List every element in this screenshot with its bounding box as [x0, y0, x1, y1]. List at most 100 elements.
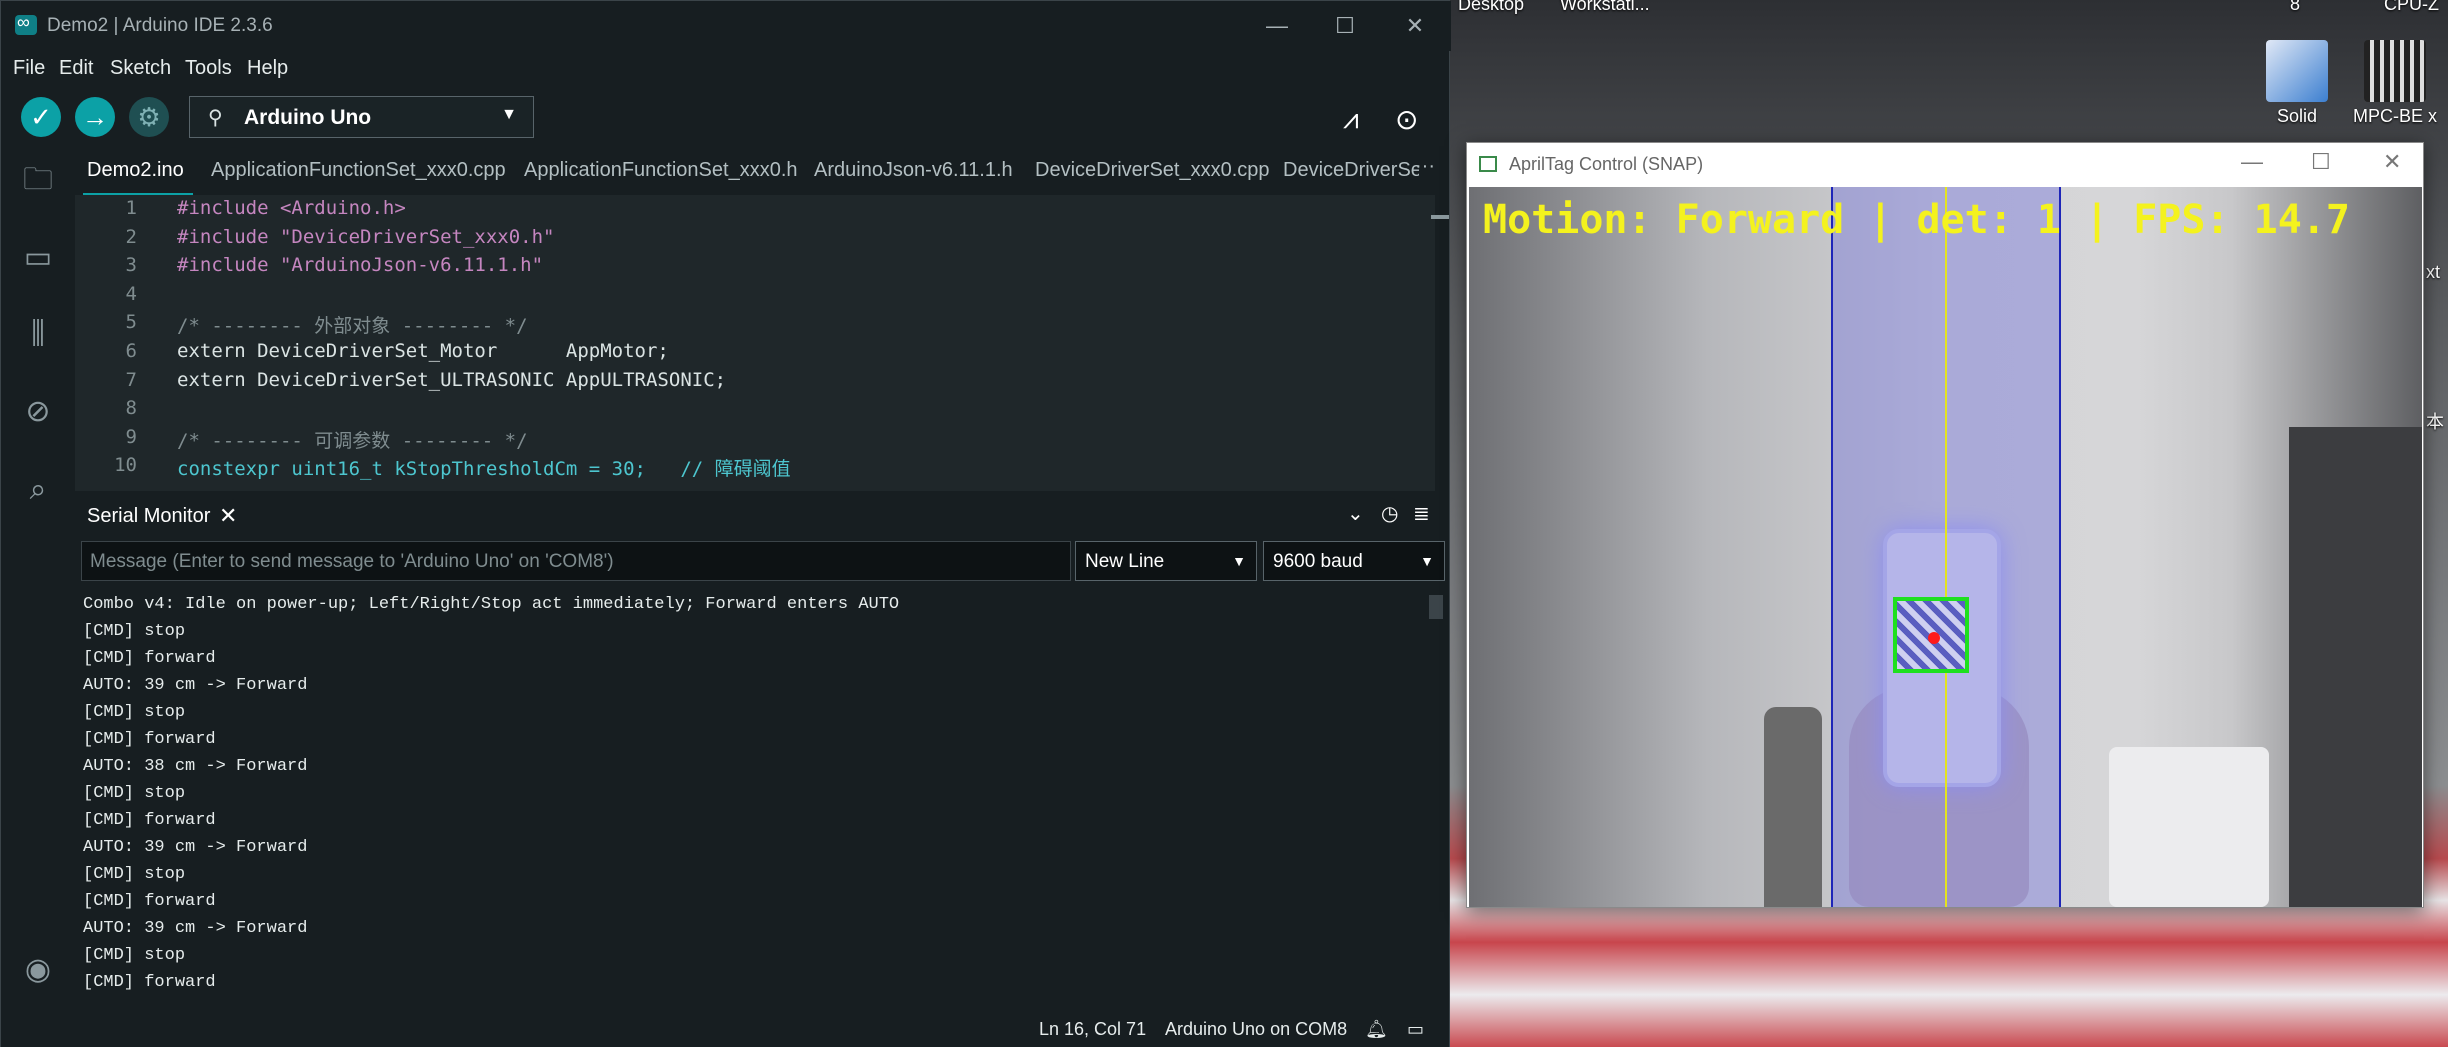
upload-button[interactable]: → — [75, 97, 115, 137]
line-number: 9 — [125, 425, 137, 448]
bell-icon[interactable]: 🔔︎ — [1365, 1019, 1388, 1040]
board-selector[interactable]: ⚲ Arduino Uno ▼ — [189, 96, 534, 138]
output-line: AUTO: 39 cm -> Forward — [83, 838, 308, 857]
folder-icon[interactable]: 🗀 — [19, 161, 57, 199]
tab-devicedriver-h[interactable]: DeviceDriverSe — [1283, 159, 1419, 182]
desktop-icon-solid[interactable]: Solid — [2252, 40, 2342, 127]
desktop-icon-mpcbe-label: MPC-BE x — [2352, 106, 2437, 126]
laptop-in-scene — [2289, 427, 2422, 907]
more-tabs-icon[interactable]: ··· — [1415, 155, 1435, 178]
serial-output[interactable]: Combo v4: Idle on power-up; Left/Right/S… — [75, 587, 1445, 997]
tab-arduinojson-h[interactable]: ArduinoJson-v6.11.1.h — [814, 159, 1013, 182]
baud-rate-select[interactable]: 9600 baud ▼ — [1263, 541, 1445, 581]
debug-sidebar-icon[interactable]: ⊘ — [19, 393, 57, 431]
code-line: 2 #include "DeviceDriverSet_xxx0.h" — [75, 226, 1415, 255]
line-number: 2 — [125, 225, 137, 248]
usb-icon: ⚲ — [208, 107, 223, 129]
maximize-button[interactable]: ☐ — [2311, 149, 2331, 175]
code-editor[interactable]: 1 #include <Arduino.h> 2 #include "DeviceD… — [75, 195, 1435, 491]
desktop-edge-text-1: xt — [2426, 262, 2441, 282]
code-text: constexpr uint16_t kStopThresholdCm = 30… — [177, 458, 791, 481]
output-line: Combo v4: Idle on power-up; Left/Right/S… — [83, 595, 900, 614]
verify-button[interactable]: ✓ — [21, 97, 61, 137]
serial-message-input[interactable]: Message (Enter to send message to 'Ardui… — [81, 541, 1071, 581]
code-text: #include "ArduinoJson-v6.11.1.h" — [177, 254, 544, 277]
code-text: /* -------- 可调参数 -------- */ — [177, 429, 528, 452]
desktop-label-cpuz[interactable]: CPU-Z — [2384, 0, 2439, 15]
pulse-icon: ⩘ — [1343, 103, 1359, 134]
chevrons-down-icon[interactable]: ⌄ — [1347, 501, 1364, 526]
message-placeholder: Message (Enter to send message to 'Ardui… — [90, 551, 614, 572]
tag-center-dot — [1928, 632, 1940, 644]
board-name: Arduino Uno — [244, 106, 372, 129]
debug-button[interactable]: ⚙ — [129, 97, 169, 137]
line-number: 5 — [125, 311, 137, 334]
desktop-label-8[interactable]: 8 — [2290, 0, 2300, 15]
output-line: [CMD] forward — [83, 649, 216, 668]
output-scrollbar[interactable] — [1429, 595, 1443, 619]
code-text: extern DeviceDriverSet_Motor AppMotor; — [177, 340, 669, 362]
serial-monitor-button[interactable]: ⊙ — [1395, 103, 1418, 136]
tab-demo2-ino[interactable]: Demo2.ino — [87, 159, 184, 182]
editor-scrollbar[interactable] — [1431, 215, 1449, 219]
output-line: [CMD] stop — [83, 784, 186, 803]
tab-devicedriver-cpp[interactable]: DeviceDriverSet_xxx0.cpp — [1035, 159, 1270, 182]
minimize-button[interactable]: — — [1247, 9, 1307, 43]
menu-file[interactable]: File — [13, 57, 45, 80]
serial-monitor-header: Serial Monitor ✕ ⌄ ◷ ≣ — [75, 497, 1449, 537]
apriltag-titlebar[interactable]: AprilTag Control (SNAP) — ☐ ✕ — [1467, 143, 2423, 187]
status-bar: Ln 16, Col 71 Arduino Uno on COM8 🔔︎ ▭ — [75, 1011, 1449, 1047]
clear-output-icon[interactable]: ≣ — [1413, 501, 1430, 526]
tab-appfunc-cpp[interactable]: ApplicationFunctionSet_xxx0.cpp — [211, 159, 506, 182]
code-line: 5 /* -------- 外部对象 -------- */ — [75, 311, 1415, 340]
search-icon[interactable]: ⌕ — [19, 471, 57, 509]
output-line: [CMD] stop — [83, 703, 186, 722]
chevron-down-icon: ▼ — [1232, 553, 1246, 569]
code-text: /* -------- 外部对象 -------- */ — [177, 315, 528, 338]
panel-toggle-icon[interactable]: ▭ — [1407, 1019, 1424, 1040]
library-icon[interactable]: ⫼ — [19, 315, 57, 353]
activity-sidebar: 🗀 ▭ ⫼ ⊘ ⌕ ◉ — [1, 147, 75, 1047]
board-manager-icon[interactable]: ▭ — [19, 239, 57, 277]
desktop-label-workstation[interactable]: Workstati... — [1560, 0, 1650, 15]
check-icon: ✓ — [30, 102, 52, 132]
close-button[interactable]: ✕ — [1385, 9, 1445, 43]
desktop-edge-text-2: 本 — [2426, 412, 2444, 432]
code-line: 7 extern DeviceDriverSet_ULTRASONIC AppUL… — [75, 369, 1415, 398]
desktop-icon-mpcbe[interactable]: MPC-BE x — [2350, 40, 2440, 127]
close-icon[interactable]: ✕ — [219, 503, 237, 529]
serial-monitor-title[interactable]: Serial Monitor — [87, 505, 210, 528]
clock-icon[interactable]: ◷ — [1381, 501, 1398, 526]
board-port-status[interactable]: Arduino Uno on COM8 — [1165, 1019, 1347, 1040]
menu-help[interactable]: Help — [247, 57, 288, 80]
line-ending-select[interactable]: New Line ▼ — [1075, 541, 1257, 581]
code-line: 1 #include <Arduino.h> — [75, 197, 1415, 226]
motion-status-overlay: Motion: Forward | det: 1 | FPS: 14.7 — [1483, 197, 2350, 243]
menu-edit[interactable]: Edit — [59, 57, 93, 80]
output-line: [CMD] stop — [83, 622, 186, 641]
output-line: AUTO: 38 cm -> Forward — [83, 757, 308, 776]
minimize-button[interactable]: — — [2241, 149, 2263, 175]
bottle-in-scene — [1764, 707, 1822, 907]
output-line: [CMD] stop — [83, 865, 186, 884]
menu-tools[interactable]: Tools — [185, 57, 232, 80]
video-player-icon — [2364, 40, 2426, 102]
cursor-position[interactable]: Ln 16, Col 71 — [1039, 1019, 1146, 1040]
menu-sketch[interactable]: Sketch — [110, 57, 171, 80]
tab-appfunc-h[interactable]: ApplicationFunctionSet_xxx0.h — [524, 159, 798, 182]
ide-titlebar[interactable]: Demo2 | Arduino IDE 2.3.6 — ☐ ✕ — [1, 1, 1451, 51]
arduino-logo-icon — [15, 12, 37, 35]
toolbar: ✓ → ⚙ ⚲ Arduino Uno ▼ ⩘ ⊙ — [1, 89, 1451, 147]
apriltag-window: AprilTag Control (SNAP) — ☐ ✕ Motion: Fo… — [1466, 142, 2424, 908]
line-number: 7 — [125, 368, 137, 391]
code-line: 3 #include "ArduinoJson-v6.11.1.h" — [75, 254, 1415, 283]
code-line: 8 — [75, 397, 1415, 426]
maximize-button[interactable]: ☐ — [1315, 9, 1375, 43]
serial-plotter-button[interactable]: ⩘ — [1343, 103, 1359, 136]
desktop-label-desktop[interactable]: Desktop — [1458, 0, 1524, 15]
code-text: extern DeviceDriverSet_ULTRASONIC AppULT… — [177, 368, 727, 391]
close-button[interactable]: ✕ — [2383, 149, 2401, 175]
baud-rate-value: 9600 baud — [1273, 551, 1363, 572]
line-number: 8 — [125, 397, 137, 420]
account-icon[interactable]: ◉ — [19, 951, 57, 989]
